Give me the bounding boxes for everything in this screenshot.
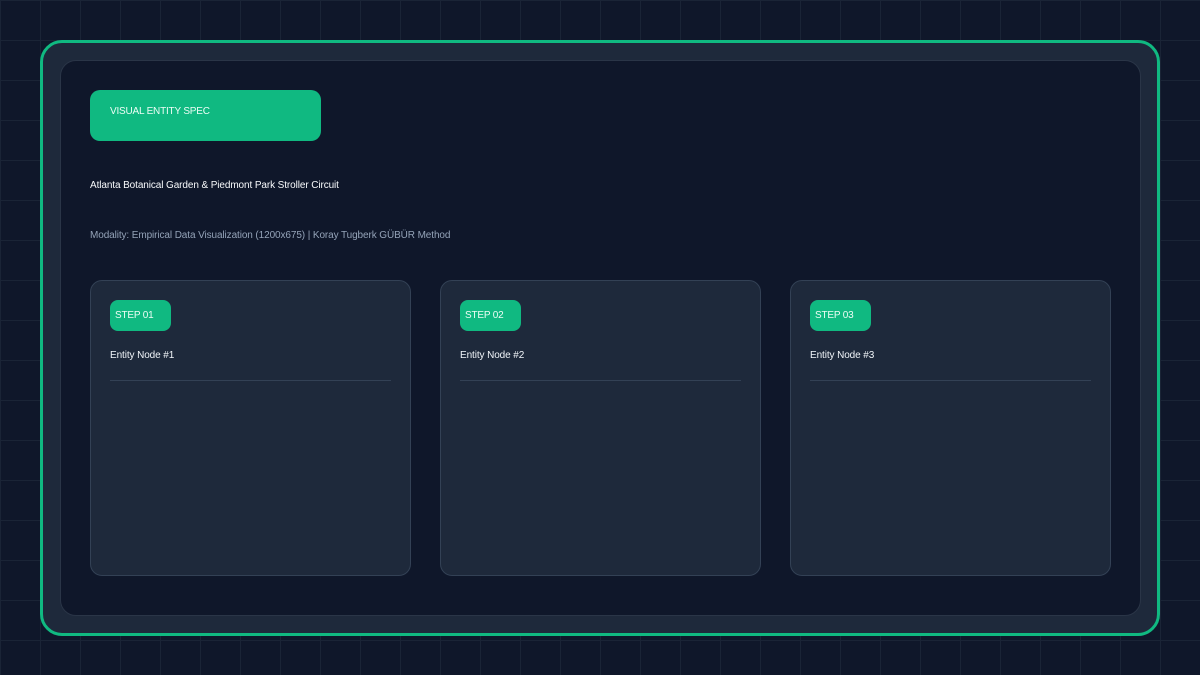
step-card-2: STEP 02 Entity Node #2	[440, 280, 761, 576]
entity-node-label-2: Entity Node #2	[460, 350, 525, 361]
step-card-1: STEP 01 Entity Node #1	[90, 280, 411, 576]
step-badge-2: STEP 02	[460, 300, 521, 331]
visual-entity-spec-badge: VISUAL ENTITY SPEC	[90, 90, 321, 141]
entity-node-label-3: Entity Node #3	[810, 350, 875, 361]
modality-subtitle: Modality: Empirical Data Visualization (…	[90, 230, 451, 241]
entity-node-label-1: Entity Node #1	[110, 350, 175, 361]
step-badge-1: STEP 01	[110, 300, 171, 331]
card-divider	[460, 380, 741, 381]
step-card-3: STEP 03 Entity Node #3	[790, 280, 1111, 576]
card-divider	[810, 380, 1091, 381]
step-badge-3: STEP 03	[810, 300, 871, 331]
badge-label: VISUAL ENTITY SPEC	[110, 106, 210, 117]
card-divider	[110, 380, 391, 381]
page-title: Atlanta Botanical Garden & Piedmont Park…	[90, 180, 339, 191]
